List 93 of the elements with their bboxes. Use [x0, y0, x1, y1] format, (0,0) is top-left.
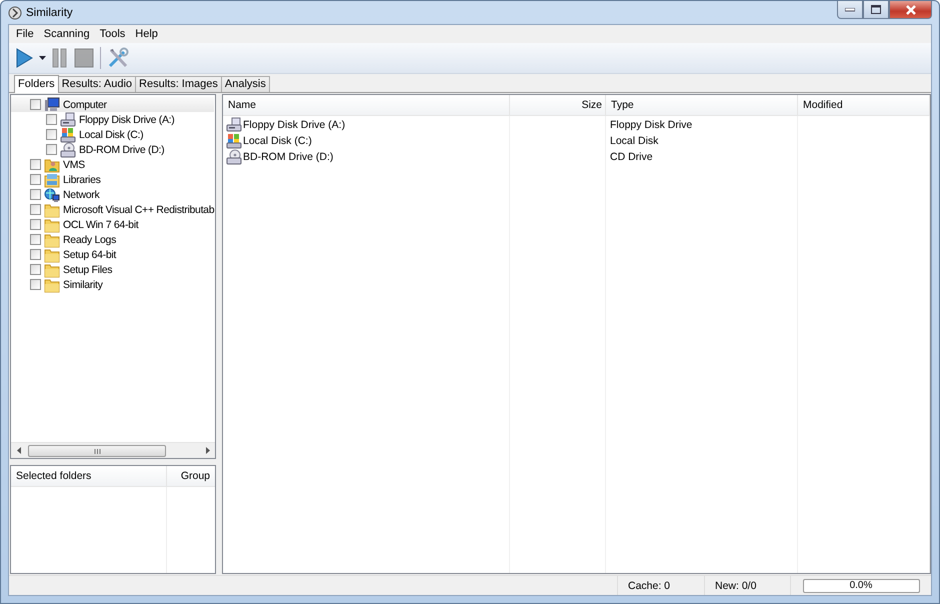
tree-item[interactable]: Floppy Disk Drive (A:) — [11, 112, 214, 127]
folder-icon — [44, 246, 60, 262]
user-folder-icon — [44, 156, 60, 172]
checkbox[interactable] — [30, 99, 41, 110]
column-header[interactable]: Modified — [798, 95, 930, 115]
tree-item[interactable]: OCL Win 7 64-bit — [11, 217, 214, 232]
window-title: Similarity — [26, 6, 73, 18]
tree-item[interactable]: Ready Logs — [11, 232, 214, 247]
tools-icon — [107, 47, 129, 69]
optical-drive-icon — [60, 142, 76, 158]
checkbox[interactable] — [30, 264, 41, 275]
windows-drive-icon — [60, 126, 76, 142]
left-arrow-icon[interactable] — [16, 447, 20, 454]
tree-item[interactable]: Setup Files — [11, 262, 214, 277]
tab[interactable]: Results: Audio — [58, 76, 136, 92]
file-name: Local Disk (C:) — [243, 135, 312, 147]
minimize-icon — [845, 8, 855, 12]
checkbox[interactable] — [30, 189, 41, 200]
minimize-button[interactable] — [837, 1, 863, 19]
table-cell-text: Local Disk — [609, 134, 660, 149]
tree-label: BD-ROM Drive (D:) — [79, 144, 164, 156]
table-cell-text: Floppy Disk Drive — [609, 118, 694, 133]
checkbox[interactable] — [30, 159, 41, 170]
library-icon — [44, 172, 60, 188]
tree-label: Setup Files — [63, 264, 112, 276]
tree-label: Microsoft Visual C++ Redistributab — [63, 204, 214, 216]
network-icon — [44, 186, 60, 202]
maximize-button[interactable] — [863, 1, 889, 19]
optical-drive-icon — [226, 149, 242, 165]
drive-icon — [60, 112, 76, 128]
app-icon — [8, 6, 22, 20]
tree-label: Local Disk (C:) — [79, 128, 144, 140]
cache-count: Cache: 0 — [618, 576, 705, 595]
column-header[interactable]: Selected folders — [11, 466, 167, 486]
tab[interactable]: Folders — [14, 75, 59, 93]
tree-item[interactable]: Similarity — [11, 277, 214, 292]
menu-item[interactable]: Help — [130, 28, 163, 40]
tree-label: Libraries — [63, 174, 101, 186]
windows-drive-icon — [226, 133, 242, 149]
checkbox[interactable] — [46, 129, 57, 140]
checkbox[interactable] — [30, 249, 41, 260]
column-header[interactable]: Type — [606, 95, 798, 115]
computer-icon — [44, 96, 60, 112]
tree-item[interactable]: Setup 64-bit — [11, 247, 214, 262]
new-count: New: 0/0 — [705, 576, 791, 595]
tab[interactable]: Results: Images — [135, 76, 222, 92]
tree-label: VMS — [63, 158, 85, 170]
folder-icon — [44, 276, 60, 292]
stop-icon — [74, 48, 94, 68]
checkbox[interactable] — [30, 219, 41, 230]
tree-item[interactable]: VMS — [11, 157, 214, 172]
tree-label: Ready Logs — [63, 234, 116, 246]
checkbox[interactable] — [30, 174, 41, 185]
table-cell-text: CD Drive — [609, 150, 654, 165]
tree-item[interactable]: Libraries — [11, 172, 214, 187]
menu-item[interactable]: Scanning — [38, 28, 95, 40]
file-name: Floppy Disk Drive (A:) — [243, 119, 346, 131]
close-icon — [904, 4, 916, 14]
folder-icon — [44, 232, 60, 248]
folder-icon — [44, 202, 60, 218]
right-arrow-icon[interactable] — [206, 447, 210, 454]
tree-item[interactable]: Local Disk (C:) — [11, 127, 214, 142]
caret-icon — [39, 56, 46, 60]
checkbox[interactable] — [30, 234, 41, 245]
tree-label: Computer — [63, 98, 107, 110]
checkbox[interactable] — [46, 144, 57, 155]
tree-item[interactable]: BD-ROM Drive (D:) — [11, 142, 214, 157]
tree-item[interactable]: Computer — [11, 97, 214, 112]
checkbox[interactable] — [30, 279, 41, 290]
tab[interactable]: Analysis — [220, 76, 270, 92]
tree-label: Setup 64-bit — [63, 248, 116, 260]
tree-item[interactable]: Network — [11, 187, 214, 202]
tree-label: Similarity — [63, 278, 103, 290]
column-header[interactable]: Size — [510, 95, 606, 115]
column-header[interactable]: Group — [167, 466, 215, 486]
play-icon — [15, 48, 33, 68]
menu-item[interactable]: Tools — [94, 28, 130, 40]
checkbox[interactable] — [46, 114, 57, 125]
close-button[interactable] — [889, 1, 932, 19]
folder-icon — [44, 216, 60, 232]
tree-label: OCL Win 7 64-bit — [63, 218, 138, 230]
scrollbar-thumb[interactable] — [28, 445, 166, 457]
maximize-icon — [871, 5, 881, 14]
pause-icon — [52, 48, 68, 68]
tree-item[interactable]: Microsoft Visual C++ Redistributab — [11, 202, 214, 217]
file-name: BD-ROM Drive (D:) — [243, 151, 334, 163]
checkbox[interactable] — [30, 204, 41, 215]
column-header[interactable]: Name — [223, 95, 510, 115]
tree-label: Floppy Disk Drive (A:) — [79, 114, 174, 126]
folder-icon — [44, 262, 60, 278]
progress-text: 0.0% — [850, 580, 872, 591]
menu-item[interactable]: File — [11, 28, 39, 40]
tree-label: Network — [63, 188, 100, 200]
